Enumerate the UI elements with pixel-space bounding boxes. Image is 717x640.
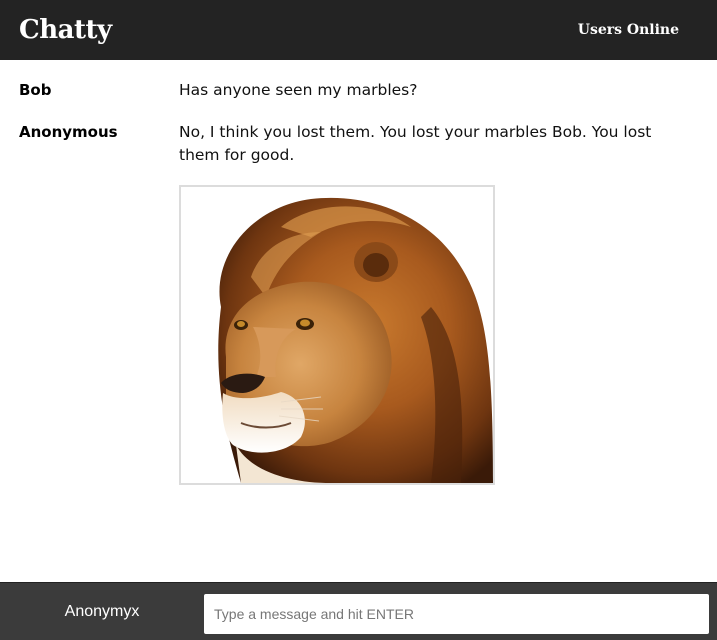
users-online-counter: Users Online xyxy=(577,22,679,38)
current-username[interactable]: Anonymyx xyxy=(0,583,204,640)
message: Bob Has anyone seen my marbles? xyxy=(0,79,717,102)
brand-logo[interactable]: Chatty xyxy=(19,15,112,45)
message-content: Has anyone seen my marbles? xyxy=(179,81,418,99)
chatbar: Anonymyx xyxy=(0,582,717,640)
message-image xyxy=(179,185,495,485)
message-list: Bob Has anyone seen my marbles? Anonymou… xyxy=(0,60,717,582)
message-content: No, I think you lost them. You lost your… xyxy=(179,123,652,164)
lion-image xyxy=(181,187,493,483)
navbar: Chatty Users Online xyxy=(0,0,717,60)
message-input[interactable] xyxy=(204,594,709,634)
message-username: Anonymous xyxy=(19,123,118,141)
message-username: Bob xyxy=(19,81,52,99)
message: Anonymous No, I think you lost them. You… xyxy=(0,121,717,167)
chatty-app: Chatty Users Online Bob Has anyone seen … xyxy=(0,0,717,640)
